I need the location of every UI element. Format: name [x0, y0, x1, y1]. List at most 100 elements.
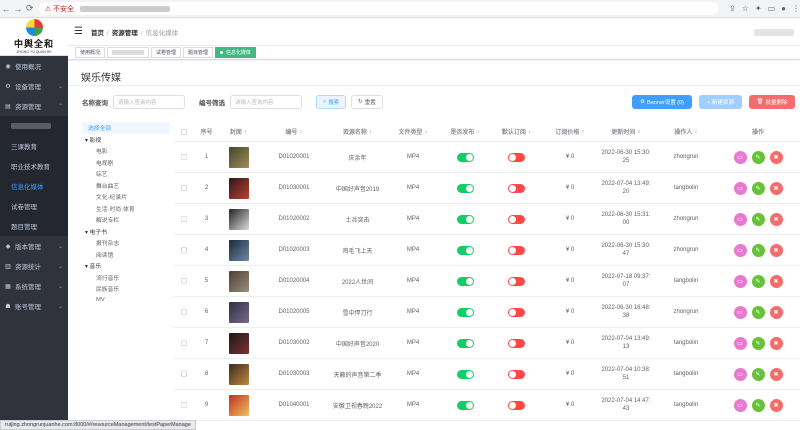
folder-icon[interactable]: ▭ — [733, 305, 747, 319]
published-switch[interactable] — [456, 369, 474, 379]
sidebar-item-accounts[interactable]: ☗ 账号管理 ⌄ — [0, 296, 68, 316]
edit-icon[interactable]: ✎ — [751, 336, 765, 350]
cover-thumbnail[interactable] — [228, 332, 249, 354]
edit-icon[interactable]: ✎ — [751, 181, 765, 195]
edit-icon[interactable]: ✎ — [751, 398, 765, 412]
tag-overview[interactable]: 使用概况 — [75, 47, 106, 58]
tag-media-active[interactable]: 信息化媒体 — [215, 47, 257, 58]
default-subscribe-switch[interactable] — [508, 369, 525, 379]
default-subscribe-switch[interactable] — [508, 307, 525, 317]
edit-icon[interactable]: ✎ — [751, 150, 765, 164]
hamburger-icon[interactable]: ☰ — [74, 26, 83, 37]
delete-icon[interactable]: ✖ — [769, 336, 783, 350]
delete-icon[interactable]: ✖ — [769, 305, 783, 319]
code-search-input[interactable]: 请输入查询内容 — [230, 95, 302, 109]
published-switch[interactable] — [456, 307, 474, 317]
tree-node-item[interactable]: 报刊杂志 — [82, 237, 170, 249]
row-checkbox[interactable] — [174, 402, 194, 408]
edit-icon[interactable]: ✎ — [751, 243, 765, 257]
sidepanel-icon[interactable]: ▭ — [768, 4, 776, 13]
kebab-menu-icon[interactable]: ⋮ — [792, 4, 800, 13]
cover-thumbnail[interactable] — [228, 239, 249, 261]
sidebar-item-versions[interactable]: ◆ 版本管理 ⌄ — [0, 236, 68, 256]
default-subscribe-switch[interactable] — [508, 152, 525, 162]
default-subscribe-switch[interactable] — [508, 245, 525, 255]
reset-button[interactable]: ↻ 重置 — [351, 95, 383, 109]
row-checkbox[interactable] — [174, 185, 194, 191]
tag-questions[interactable]: 题目管理 — [183, 47, 214, 58]
row-checkbox[interactable] — [174, 216, 194, 222]
delete-icon[interactable]: ✖ — [769, 367, 783, 381]
tree-node-item[interactable]: 解说专栏 — [82, 214, 170, 226]
banner-settings-button[interactable]: ⚙ Banner设置 (0) — [632, 95, 692, 109]
tree-node-item[interactable]: 生活·时尚·体育 — [82, 203, 170, 215]
row-checkbox[interactable] — [174, 278, 194, 284]
tag-exams[interactable]: 试卷管理 — [151, 47, 182, 58]
folder-icon[interactable]: ▭ — [733, 243, 747, 257]
back-icon[interactable]: ← — [0, 4, 12, 14]
cover-thumbnail[interactable] — [228, 146, 249, 168]
tree-node-item[interactable]: 文化·纪录片 — [82, 191, 170, 203]
sidebar-item-resources[interactable]: ▤ 资源管理 ⌃ — [0, 96, 68, 116]
edit-icon[interactable]: ✎ — [751, 274, 765, 288]
cover-thumbnail[interactable] — [228, 208, 249, 230]
published-switch[interactable] — [456, 276, 474, 286]
breadcrumb-home[interactable]: 首页 — [91, 30, 104, 37]
tree-node-category[interactable]: ▾ 电子书 — [82, 226, 170, 238]
tree-node-item[interactable]: 阅读馆 — [82, 249, 170, 261]
extension-icon[interactable]: ✦ — [755, 4, 762, 13]
default-subscribe-switch[interactable] — [508, 214, 525, 224]
edit-icon[interactable]: ✎ — [751, 367, 765, 381]
tree-node-item[interactable]: 电视剧 — [82, 157, 170, 169]
folder-icon[interactable]: ▭ — [733, 150, 747, 164]
batch-delete-button[interactable]: 🗑 批量删除 — [749, 95, 795, 109]
user-info-redacted[interactable] — [754, 29, 794, 36]
delete-icon[interactable]: ✖ — [769, 212, 783, 226]
tree-node-item[interactable]: 舞台曲艺 — [82, 180, 170, 192]
cover-thumbnail[interactable] — [228, 270, 249, 292]
share-icon[interactable]: ⇪ — [729, 4, 736, 13]
star-icon[interactable]: ☆ — [742, 4, 749, 13]
tree-node-item[interactable]: 综艺 — [82, 168, 170, 180]
select-all-checkbox[interactable] — [174, 128, 194, 135]
name-search-input[interactable]: 请输入查询内容 — [113, 95, 185, 109]
forward-icon[interactable]: → — [12, 4, 24, 14]
folder-icon[interactable]: ▭ — [733, 398, 747, 412]
edit-icon[interactable]: ✎ — [751, 212, 765, 226]
tree-node-category[interactable]: 选择全部 — [82, 122, 170, 134]
sidebar-subitem-vocational[interactable]: 职业技术教育 — [0, 156, 68, 176]
col-header-type[interactable]: 文件类型 ⇕ — [385, 127, 441, 136]
tree-node-item[interactable]: 电影 — [82, 145, 170, 157]
col-header-time[interactable]: 更新时间 ⇕ — [596, 127, 656, 136]
published-switch[interactable] — [456, 245, 474, 255]
folder-icon[interactable]: ▭ — [733, 212, 747, 226]
delete-icon[interactable]: ✖ — [769, 243, 783, 257]
sidebar-subitem-sanke[interactable]: 三课教育 — [0, 136, 68, 156]
col-header-name[interactable]: 资源名称 ⇕ — [330, 127, 385, 136]
sidebar-subitem-exams[interactable]: 试卷管理 — [0, 196, 68, 216]
breadcrumb-resources[interactable]: 资源管理 — [112, 30, 138, 37]
folder-icon[interactable]: ▭ — [733, 367, 747, 381]
cover-thumbnail[interactable] — [228, 363, 249, 385]
cover-thumbnail[interactable] — [228, 394, 249, 416]
tag-redacted[interactable] — [107, 47, 150, 58]
row-checkbox[interactable] — [174, 247, 194, 253]
default-subscribe-switch[interactable] — [508, 400, 525, 410]
address-bar[interactable]: ⚠ 不安全 — [38, 2, 720, 15]
edit-icon[interactable]: ✎ — [751, 305, 765, 319]
tree-node-category[interactable]: ▾ 影视 — [82, 134, 170, 146]
delete-icon[interactable]: ✖ — [769, 274, 783, 288]
folder-icon[interactable]: ▭ — [733, 274, 747, 288]
delete-icon[interactable]: ✖ — [769, 150, 783, 164]
row-checkbox[interactable] — [174, 309, 194, 315]
add-resource-button[interactable]: + 新建资源 — [699, 95, 742, 109]
published-switch[interactable] — [456, 400, 474, 410]
delete-icon[interactable]: ✖ — [769, 181, 783, 195]
sidebar-item-system[interactable]: ▦ 系统管理 ⌄ — [0, 276, 68, 296]
sidebar-item-stats[interactable]: ▥ 资源统计 ⌄ — [0, 256, 68, 276]
col-header-code[interactable]: 编号 ⇕ — [258, 127, 330, 136]
published-switch[interactable] — [456, 214, 474, 224]
col-header-operator[interactable]: 操作人 ⇕ — [656, 127, 716, 136]
sidebar-item-devices[interactable]: ⚙ 设备管理 ⌄ — [0, 76, 68, 96]
sidebar-subitem-redacted[interactable] — [0, 116, 68, 136]
